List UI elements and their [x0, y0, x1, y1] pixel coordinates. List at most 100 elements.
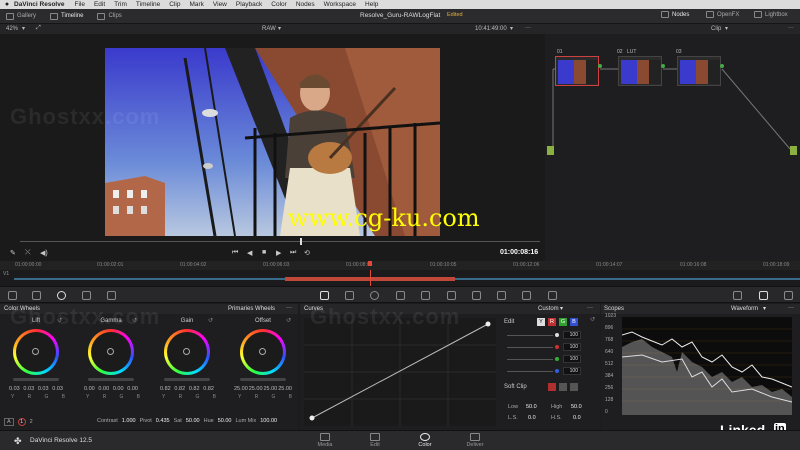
scrubber-track[interactable] — [20, 241, 540, 242]
menu-mark[interactable]: Mark — [189, 1, 203, 8]
scopes-icon[interactable] — [759, 291, 768, 300]
play-reverse-icon[interactable]: ◀ — [247, 249, 252, 257]
gain-reset-icon[interactable]: ↺ — [208, 317, 213, 324]
lift-puck[interactable] — [32, 348, 39, 355]
more-options-icon[interactable]: ··· — [525, 25, 531, 31]
raw-mode[interactable]: RAW — [262, 26, 276, 32]
menu-color[interactable]: Color — [271, 1, 287, 8]
curve-y-button[interactable]: Y — [537, 318, 545, 326]
lift-g[interactable]: 0.03 — [38, 386, 49, 392]
node-editor[interactable]: 01 02 LUT 03 — [545, 34, 800, 261]
mute-toggle-icon[interactable]: ⤬ — [25, 249, 31, 257]
camera-raw-icon[interactable] — [8, 291, 17, 300]
scope-mode[interactable]: Waveform — [731, 306, 758, 312]
curve-point-black[interactable] — [309, 415, 315, 421]
apple-icon[interactable]: ● — [0, 1, 14, 8]
media-page-button[interactable]: Media — [310, 433, 340, 448]
menu-trim[interactable]: Trim — [114, 1, 127, 8]
gain-g[interactable]: 0.82 — [189, 386, 200, 392]
gain-b[interactable]: 0.82 — [203, 386, 214, 392]
motion-effects-icon[interactable] — [107, 291, 116, 300]
fit-icon[interactable]: ⤢ — [36, 25, 41, 32]
blur-icon[interactable] — [421, 291, 430, 300]
menu-workspace[interactable]: Workspace — [324, 1, 356, 8]
clip-mode-dropdown-icon[interactable]: ▾ — [725, 25, 728, 32]
hue-value[interactable]: 50.00 — [218, 418, 232, 424]
timeline-ruler[interactable]: 01:00:00:00 01:00:02:01 01:00:04:02 01:0… — [0, 261, 800, 270]
curves-mode-dropdown-icon[interactable]: ▾ — [560, 305, 563, 312]
edit-slider[interactable] — [507, 335, 553, 336]
edit-slider[interactable] — [507, 347, 553, 348]
lift-b[interactable]: 0.03 — [52, 386, 63, 392]
page-2-button[interactable]: 2 — [30, 419, 33, 425]
gamma-master-slider[interactable] — [88, 378, 134, 381]
menu-timeline[interactable]: Timeline — [136, 1, 160, 8]
wheels-mode[interactable]: Primaries Wheels — [228, 306, 275, 312]
soft-clip-g-button[interactable] — [559, 383, 567, 391]
scopes-more-icon[interactable]: ··· — [788, 305, 794, 311]
clip-mode[interactable]: Clip — [711, 26, 721, 32]
lum-mix-value[interactable]: 100.00 — [260, 418, 277, 424]
zoom-dropdown-icon[interactable]: ▾ — [22, 25, 25, 32]
ls-value[interactable]: 0.0 — [528, 415, 536, 421]
menu-nodes[interactable]: Nodes — [296, 1, 315, 8]
low-value[interactable]: 50.0 — [526, 404, 537, 410]
gamma-puck[interactable] — [107, 348, 114, 355]
keyframe-icon[interactable] — [548, 291, 557, 300]
node-more-icon[interactable]: ··· — [788, 25, 794, 31]
soft-clip-r-button[interactable] — [548, 383, 556, 391]
color-match-icon[interactable] — [32, 291, 41, 300]
gain-r[interactable]: 0.82 — [174, 386, 185, 392]
curve-point-white[interactable] — [485, 321, 491, 327]
gamma-g[interactable]: 0.00 — [113, 386, 124, 392]
gain-master-slider[interactable] — [164, 378, 210, 381]
wheels-more-icon[interactable]: ··· — [286, 305, 292, 311]
data-burn-icon[interactable] — [522, 291, 531, 300]
menu-help[interactable]: Help — [365, 1, 378, 8]
lift-y[interactable]: 0.03 — [9, 386, 20, 392]
offset-y[interactable]: 25.00 — [234, 386, 248, 392]
curves-mode[interactable]: Custom — [538, 306, 559, 312]
offset-g[interactable]: 25.00 — [263, 386, 277, 392]
color-page-button[interactable]: Color — [410, 433, 440, 448]
edit-value-b[interactable]: 100 — [563, 367, 581, 375]
contrast-value[interactable]: 1.000 — [122, 418, 136, 424]
lift-r[interactable]: 0.03 — [23, 386, 34, 392]
clips-tab[interactable]: Clips — [97, 12, 122, 20]
menu-clip[interactable]: Clip — [169, 1, 180, 8]
edit-value-g[interactable]: 100 — [563, 355, 581, 363]
node-input-icon[interactable] — [547, 146, 554, 155]
timecode-dropdown-icon[interactable]: ▾ — [510, 25, 513, 32]
menu-app-name[interactable]: DaVinci Resolve — [14, 1, 64, 8]
window-icon[interactable] — [370, 291, 379, 300]
gamma-b[interactable]: 0.00 — [127, 386, 138, 392]
zoom-level[interactable]: 42% — [6, 26, 18, 32]
waveform-display[interactable] — [622, 317, 792, 415]
menu-edit[interactable]: Edit — [94, 1, 105, 8]
curve-r-button[interactable]: R — [548, 318, 556, 326]
page-1-button[interactable]: 1 — [17, 418, 26, 426]
timeline-tab[interactable]: Timeline — [50, 12, 83, 20]
stop-icon[interactable]: ■ — [262, 249, 266, 256]
menu-playback[interactable]: Playback — [236, 1, 262, 8]
soft-clip-b-button[interactable] — [570, 383, 578, 391]
offset-b[interactable]: 25.00 — [278, 386, 292, 392]
loop-icon[interactable]: ⟲ — [304, 249, 310, 257]
offset-r[interactable]: 25.00 — [249, 386, 263, 392]
lightbox-tab[interactable]: Lightbox — [754, 11, 788, 18]
gain-puck[interactable] — [183, 348, 190, 355]
deliver-page-button[interactable]: Deliver — [460, 433, 490, 448]
offset-master-slider[interactable] — [240, 378, 286, 381]
edit-slider[interactable] — [507, 359, 553, 360]
qualifier-icon[interactable] — [345, 291, 354, 300]
go-to-start-icon[interactable]: ⏮ — [232, 249, 238, 257]
scope-mode-dropdown-icon[interactable]: ▾ — [763, 305, 766, 312]
menu-file[interactable]: File — [74, 1, 84, 8]
lift-master-slider[interactable] — [13, 378, 59, 381]
key-icon[interactable] — [447, 291, 456, 300]
hs-value[interactable]: 0.0 — [573, 415, 581, 421]
curve-graph[interactable] — [304, 318, 496, 426]
edit-slider[interactable] — [507, 371, 553, 372]
timeline-track[interactable]: V1 — [0, 270, 800, 286]
gallery-tab[interactable]: Gallery — [6, 12, 36, 20]
